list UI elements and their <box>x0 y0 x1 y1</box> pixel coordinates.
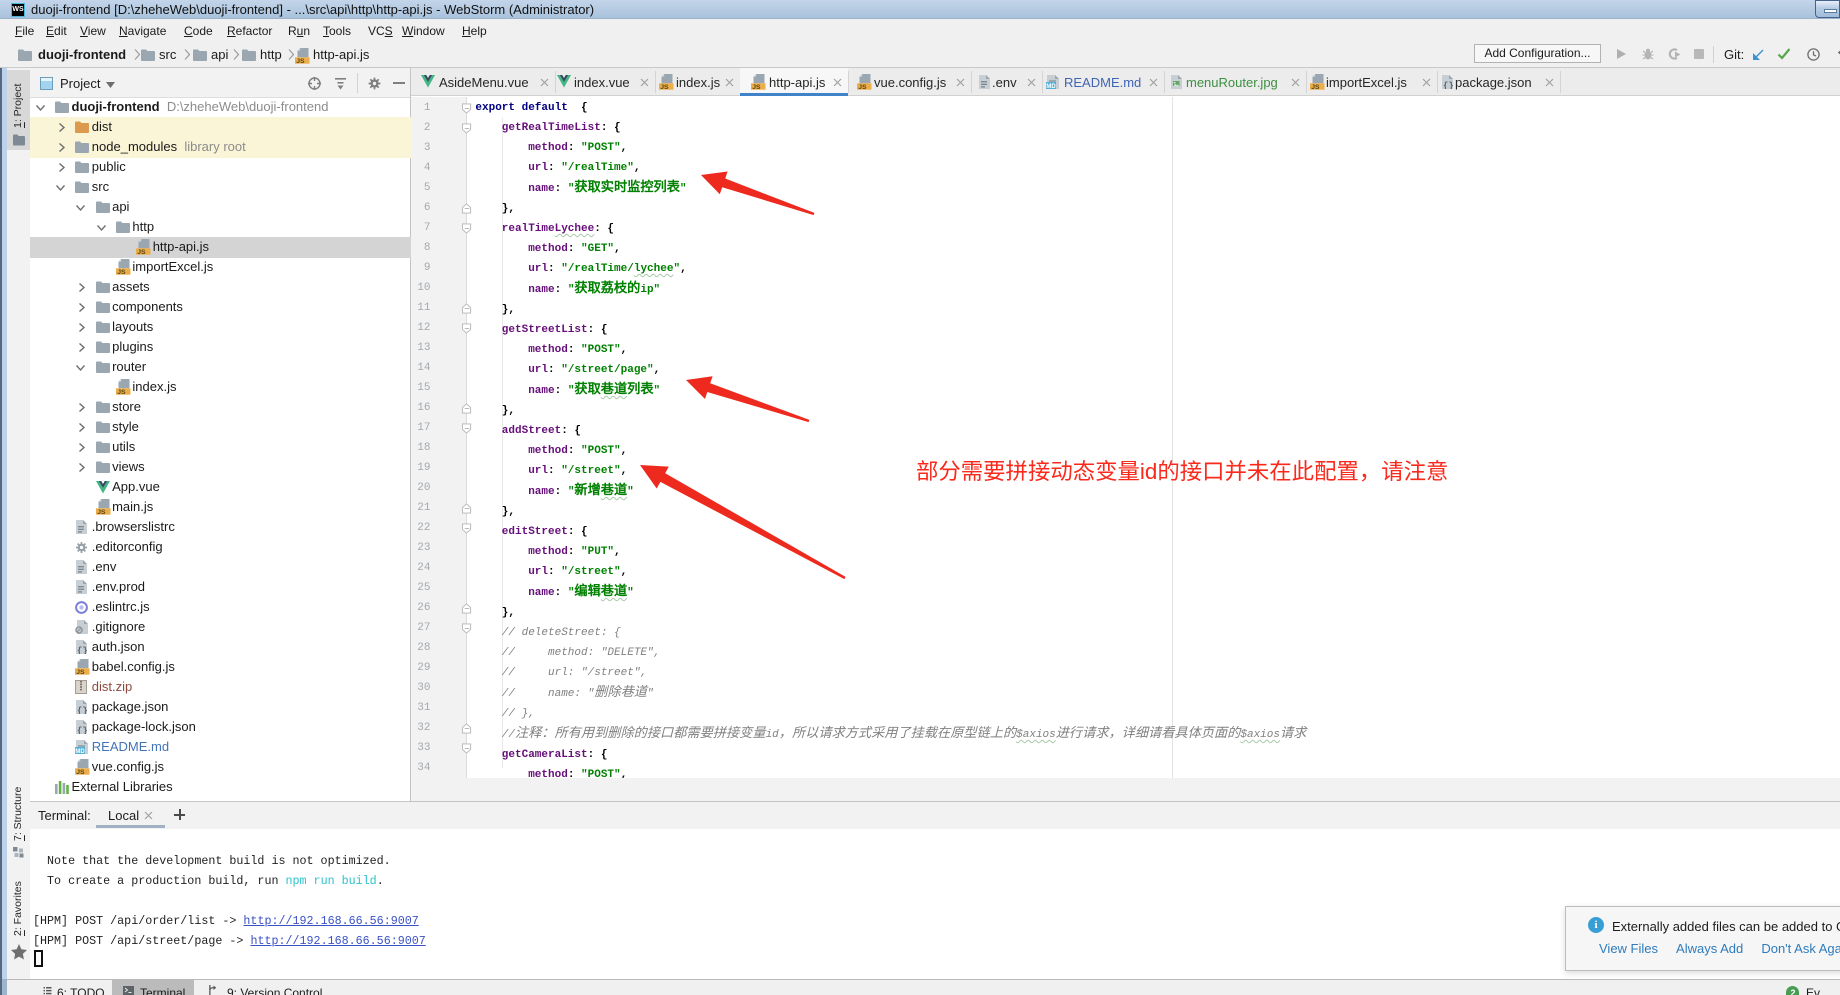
svg-text:{}: {} <box>77 646 87 654</box>
svg-text:JS: JS <box>858 84 867 90</box>
svg-text:JS: JS <box>76 769 85 775</box>
svg-text:JS: JS <box>117 269 126 275</box>
svg-text:{}: {} <box>77 726 87 734</box>
svg-text:JS: JS <box>117 389 126 395</box>
svg-text:{}: {} <box>77 706 87 714</box>
svg-text:JS: JS <box>97 509 106 515</box>
svg-text:{}: {} <box>1443 81 1453 89</box>
svg-text:JS: JS <box>752 84 761 90</box>
svg-text:JS: JS <box>137 249 146 255</box>
svg-text:JS: JS <box>660 84 669 90</box>
svg-text:JS: JS <box>1311 84 1320 90</box>
svg-text:MD: MD <box>76 749 86 754</box>
svg-text:JS: JS <box>76 669 85 675</box>
svg-text:JS: JS <box>296 58 305 64</box>
svg-text:MD: MD <box>1046 84 1056 89</box>
